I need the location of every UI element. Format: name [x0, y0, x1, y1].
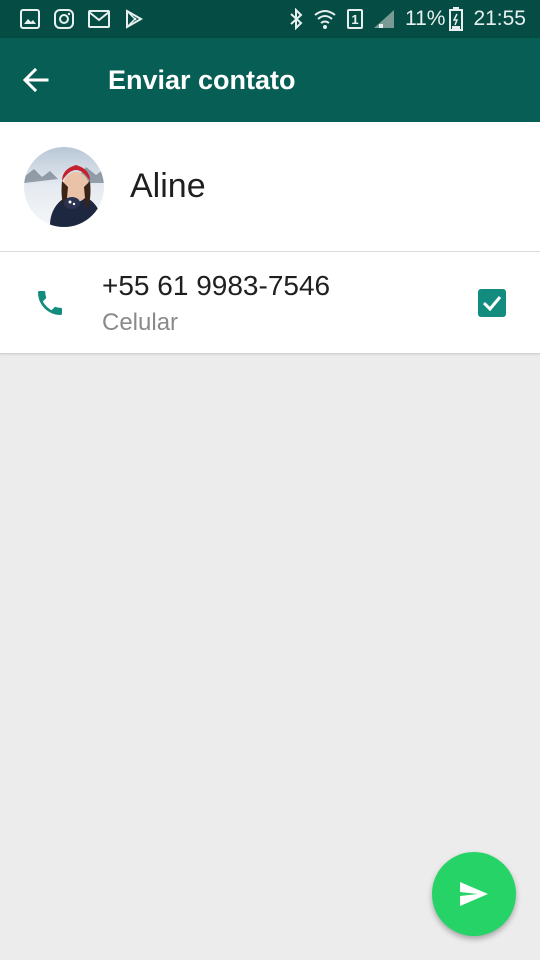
- battery-percent: 11%: [404, 7, 446, 30]
- image-icon: [20, 9, 40, 29]
- app-bar: Enviar contato: [0, 38, 540, 122]
- status-bar-system: 1 11% 21:55: [279, 7, 526, 31]
- check-icon: [482, 295, 502, 311]
- phone-type: Celular: [102, 308, 179, 336]
- phone-select-checkbox[interactable]: [478, 288, 506, 317]
- avatar[interactable]: [24, 146, 104, 227]
- send-icon: [460, 882, 488, 906]
- page-title: Enviar contato: [108, 64, 296, 95]
- sim-icon: 1: [346, 9, 363, 29]
- contact-header: Aline: [0, 122, 540, 252]
- phone-number: +55 61 9983-7546: [102, 269, 331, 301]
- play-store-icon: [124, 9, 144, 29]
- mail-icon: [88, 10, 110, 28]
- phone-text: +55 61 9983-7546 Celular: [102, 269, 478, 337]
- phone-entry-row[interactable]: +55 61 9983-7546 Celular: [0, 252, 540, 354]
- phone-icon: [34, 287, 66, 319]
- status-bar: 1 11% 21:55: [0, 0, 540, 38]
- signal-icon: [373, 9, 395, 29]
- contact-name: Aline: [130, 167, 206, 205]
- clock: 21:55: [473, 7, 526, 30]
- bluetooth-icon: [289, 8, 303, 30]
- arrow-back-icon: [23, 67, 49, 93]
- wifi-icon: [313, 8, 337, 30]
- sim-label: 1: [346, 9, 363, 29]
- send-button[interactable]: [432, 852, 516, 936]
- status-bar-notifications: [20, 9, 158, 29]
- battery-icon: [449, 7, 464, 31]
- back-button[interactable]: [0, 38, 72, 122]
- instagram-icon: [54, 9, 74, 29]
